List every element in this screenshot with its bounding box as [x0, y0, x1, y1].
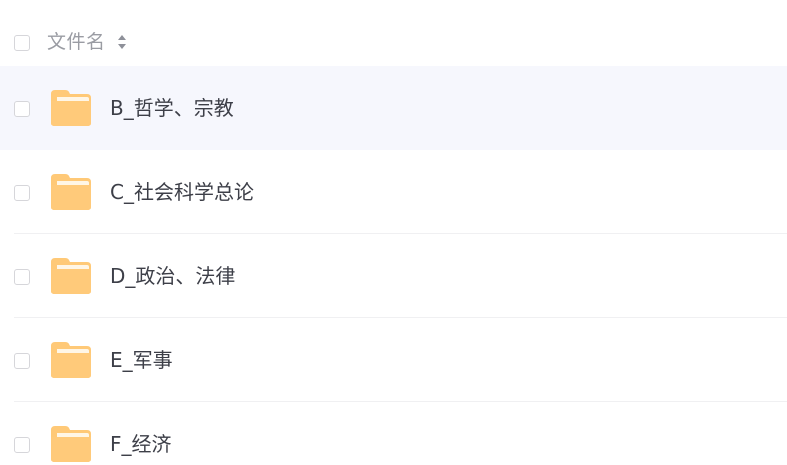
file-name[interactable]: D_政治、法律 [110, 264, 235, 288]
file-name[interactable]: C_社会科学总论 [110, 180, 254, 204]
folder-icon [51, 342, 91, 378]
folder-icon [51, 90, 91, 126]
folder-icon [51, 258, 91, 294]
file-name[interactable]: E_军事 [110, 348, 173, 372]
row-checkbox[interactable] [14, 437, 30, 453]
file-name[interactable]: F_经济 [110, 432, 172, 456]
file-list-header: 文件名 [0, 0, 787, 66]
file-list: 文件名 B_哲学、宗教 C_社会科学总论 D_政治、法律 E_军事 F_经济 [0, 0, 787, 465]
file-row[interactable]: D_政治、法律 [0, 234, 787, 318]
row-checkbox[interactable] [14, 101, 30, 117]
row-checkbox[interactable] [14, 269, 30, 285]
row-checkbox[interactable] [14, 353, 30, 369]
sort-icon[interactable] [117, 33, 127, 51]
folder-icon [51, 174, 91, 210]
file-row[interactable]: B_哲学、宗教 [0, 66, 787, 150]
row-checkbox[interactable] [14, 185, 30, 201]
file-name[interactable]: B_哲学、宗教 [110, 96, 234, 120]
file-row[interactable]: C_社会科学总论 [0, 150, 787, 234]
select-all-checkbox[interactable] [14, 35, 30, 51]
file-row[interactable]: F_经济 [0, 402, 787, 465]
folder-icon [51, 426, 91, 462]
filename-column-header[interactable]: 文件名 [47, 30, 106, 54]
file-row[interactable]: E_军事 [0, 318, 787, 402]
